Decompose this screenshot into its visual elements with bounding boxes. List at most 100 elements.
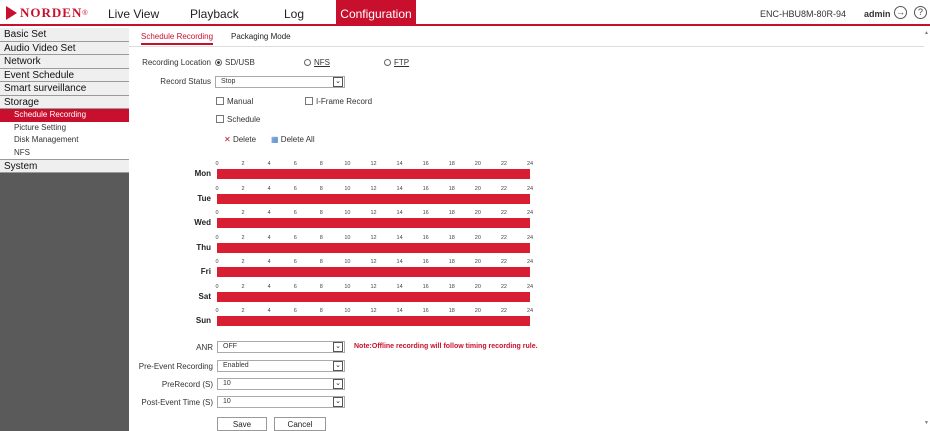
nav-log[interactable]: Log	[284, 7, 304, 21]
tab-schedule-recording[interactable]: Schedule Recording	[141, 32, 214, 45]
sidebar-item-disk-management[interactable]: Disk Management	[0, 134, 129, 147]
nav-playback[interactable]: Playback	[190, 7, 239, 21]
scroll-up-icon[interactable]: ▲	[924, 30, 929, 36]
hour-tick-label: 10	[344, 283, 351, 290]
hour-tick-label: 2	[241, 210, 245, 216]
hour-tick-label: 20	[474, 259, 481, 265]
prerecord-select[interactable]: 10 ⌄	[217, 378, 345, 390]
schedule-bar-sat[interactable]	[217, 291, 530, 302]
anr-value: OFF	[223, 343, 237, 350]
cancel-button[interactable]: Cancel	[274, 417, 326, 431]
hour-tick-label: 14	[396, 259, 403, 265]
chevron-down-icon: ⌄	[333, 361, 343, 371]
schedule-bar-fri[interactable]	[217, 267, 530, 277]
manual-checkbox[interactable]	[216, 97, 224, 105]
username: admin	[864, 9, 891, 19]
sidebar-item-picture-setting[interactable]: Picture Setting	[0, 121, 129, 134]
sidebar-item-storage[interactable]: Storage	[0, 95, 129, 109]
sidebar-item-event-schedule[interactable]: Event Schedule	[0, 68, 129, 82]
hour-tick-label: 8	[319, 283, 323, 290]
hour-tick-label: 14	[396, 234, 403, 241]
hour-tick-label: 18	[448, 283, 455, 290]
iframe-record-checkbox[interactable]	[305, 97, 313, 105]
top-navigation-bar: NORDEN ® Live View Playback Log Configur…	[0, 0, 930, 26]
sidebar-item-nfs[interactable]: NFS	[0, 146, 129, 159]
schedule-bar-mon[interactable]	[217, 169, 530, 179]
day-label: Mon	[194, 169, 211, 178]
hour-tick-label: 18	[448, 185, 455, 192]
hour-tick-label: 14	[396, 161, 403, 167]
hour-tick-label: 22	[500, 185, 507, 192]
hour-tick-label: 22	[500, 210, 507, 216]
post-event-time-value: 10	[223, 398, 231, 405]
device-name: ENC-HBU8M-80R-94	[760, 9, 847, 19]
prerecord-value: 10	[223, 380, 231, 387]
tab-packaging-mode[interactable]: Packaging Mode	[231, 32, 291, 41]
delete-button[interactable]: ✕ Delete	[224, 135, 256, 144]
location-option-nfs[interactable]: NFS	[304, 58, 330, 67]
help-icon[interactable]: ?	[914, 6, 927, 19]
hour-tick-label: 4	[267, 234, 271, 241]
record-status-select[interactable]: Stop ⌄	[215, 76, 345, 88]
day-label: Thu	[196, 242, 211, 252]
hour-tick-label: 24	[526, 259, 534, 265]
day-label: Wed	[194, 218, 211, 227]
hour-tick-label: 0	[215, 161, 219, 167]
delete-all-button[interactable]: ▦ Delete All	[271, 135, 315, 144]
hour-tick-label: 16	[422, 259, 429, 265]
sidebar-item-basic-set[interactable]: Basic Set	[0, 28, 129, 42]
location-option-sdusb[interactable]: SD/USB	[215, 58, 255, 67]
schedule-bar-wed[interactable]	[217, 218, 530, 228]
hour-tick-label: 6	[293, 283, 297, 290]
hour-tick-label: 4	[267, 308, 271, 314]
post-event-time-label: Post-Event Time (S)	[141, 398, 213, 407]
hour-tick-label: 18	[448, 308, 455, 314]
anr-select[interactable]: OFF ⌄	[217, 341, 345, 353]
record-status-label: Record Status	[160, 77, 211, 86]
tab-bar: Schedule Recording Packaging Mode	[129, 28, 930, 47]
sidebar-item-schedule-recording[interactable]: Schedule Recording	[0, 109, 129, 122]
chevron-down-icon: ⌄	[333, 342, 343, 352]
nav-configuration[interactable]: Configuration	[336, 0, 416, 24]
hour-tick-label: 16	[422, 185, 429, 192]
schedule-bar-thu[interactable]	[217, 242, 530, 253]
hour-tick-label: 6	[293, 210, 297, 216]
hour-tick-label: 0	[215, 308, 219, 314]
nav-live-view[interactable]: Live View	[108, 7, 159, 21]
sidebar-item-system[interactable]: System	[0, 159, 129, 173]
hour-tick-label: 6	[293, 308, 297, 314]
sidebar-item-network[interactable]: Network	[0, 55, 129, 69]
hour-tick-label: 8	[319, 234, 323, 241]
main-content: Schedule Recording Packaging Mode Record…	[129, 28, 930, 431]
day-label: Tue	[197, 193, 211, 203]
hour-tick-label: 14	[396, 210, 403, 216]
hour-tick-label: 24	[526, 185, 534, 192]
hour-tick-label: 24	[526, 308, 534, 314]
hour-tick-label: 12	[370, 283, 377, 290]
hour-tick-label: 18	[448, 259, 455, 265]
hour-tick-label: 14	[396, 308, 403, 314]
manual-label: Manual	[227, 97, 254, 106]
hour-tick-label: 8	[319, 210, 323, 216]
post-event-time-select[interactable]: 10 ⌄	[217, 396, 345, 408]
schedule-bar-tue[interactable]	[217, 193, 530, 204]
schedule-bar-sun[interactable]	[217, 316, 530, 326]
save-button[interactable]: Save	[217, 417, 267, 431]
hour-tick-label: 2	[241, 308, 245, 314]
page-scrollbar[interactable]: ▲ ▼	[924, 28, 930, 431]
hour-tick-label: 12	[370, 210, 377, 216]
location-option-ftp[interactable]: FTP	[384, 58, 409, 67]
scroll-down-icon[interactable]: ▼	[924, 420, 929, 426]
hour-tick-label: 14	[396, 185, 403, 192]
hour-tick-label: 10	[344, 185, 351, 192]
schedule-checkbox[interactable]	[216, 115, 224, 123]
hour-tick-label: 16	[422, 161, 429, 167]
sidebar-item-audio-video-set[interactable]: Audio Video Set	[0, 41, 129, 55]
logout-icon[interactable]: →	[894, 6, 907, 19]
prerecord-label: PreRecord (S)	[161, 380, 213, 389]
hour-tick-label: 12	[370, 161, 377, 167]
sidebar-item-smart-surveillance[interactable]: Smart surveillance	[0, 82, 129, 96]
hour-tick-label: 4	[267, 210, 271, 216]
pre-event-recording-select[interactable]: Enabled ⌄	[217, 360, 345, 372]
hour-tick-label: 12	[370, 259, 377, 265]
